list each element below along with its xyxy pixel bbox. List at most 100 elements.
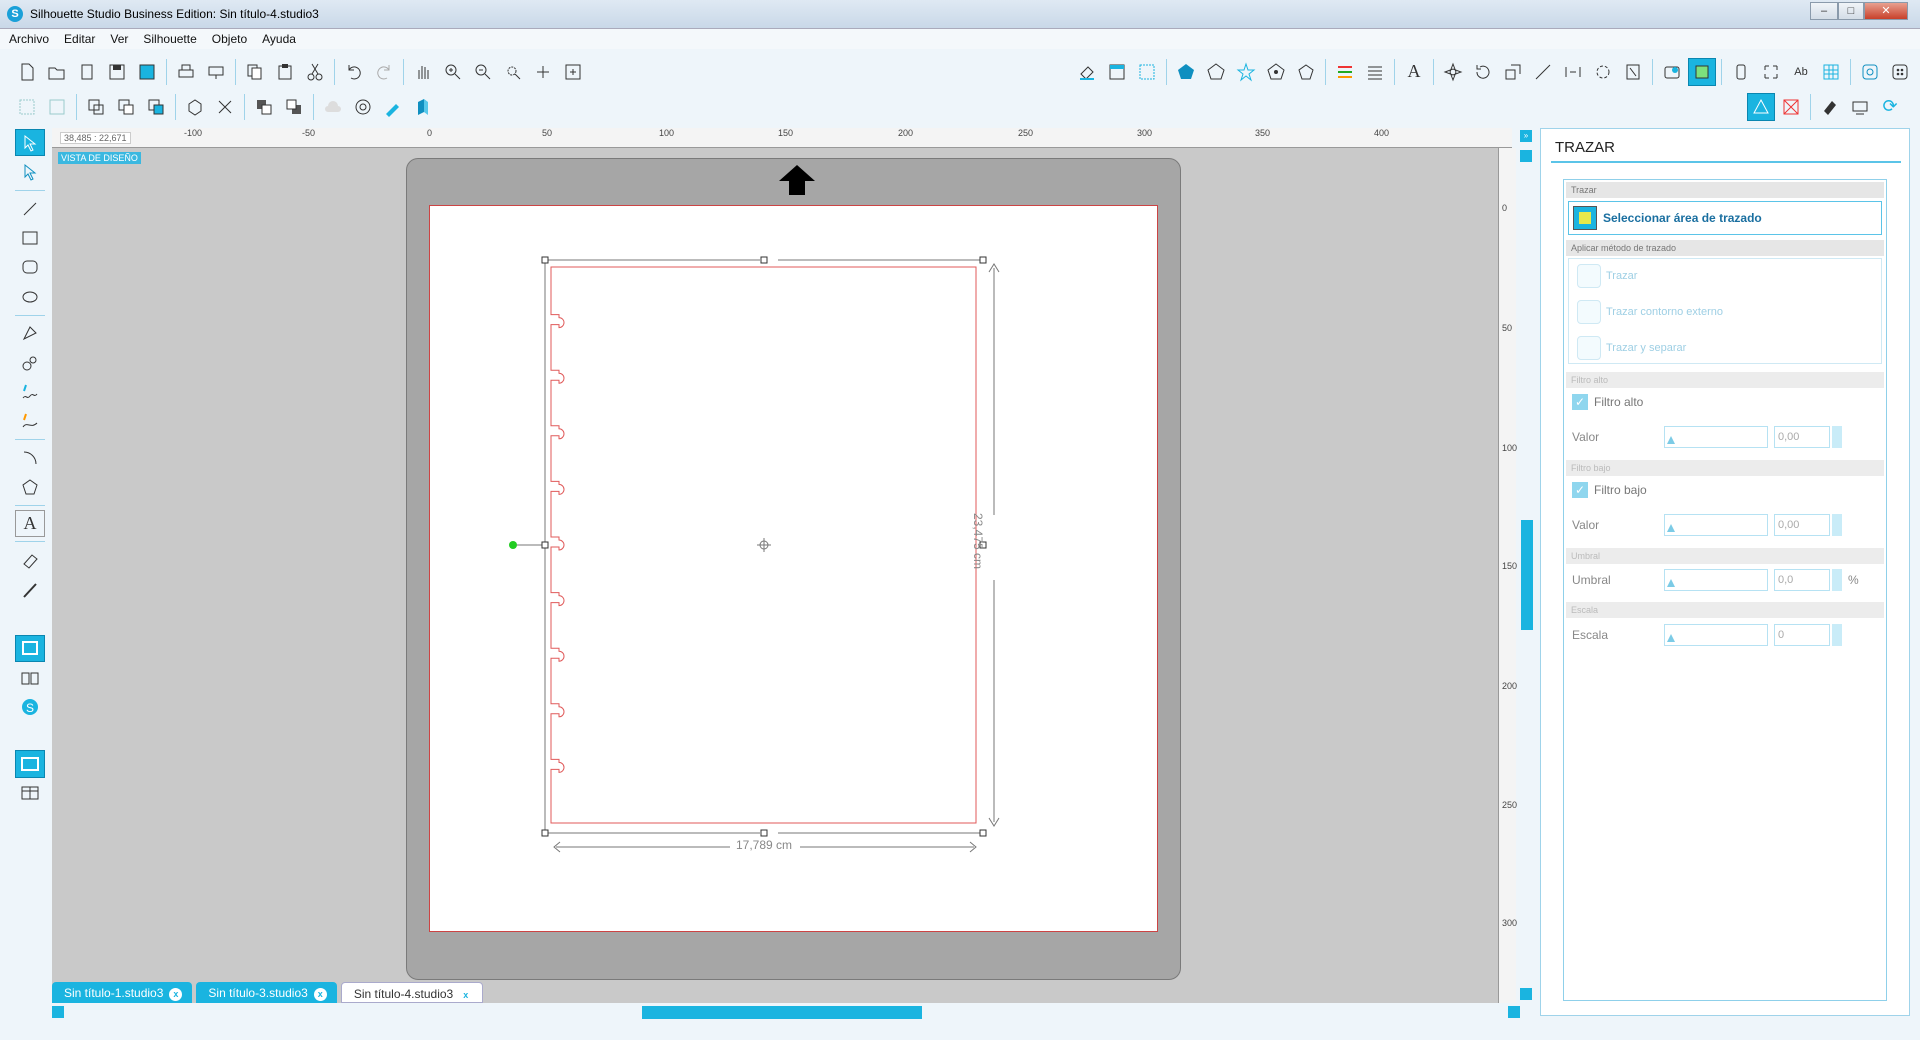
menu-ver[interactable]: Ver	[101, 29, 134, 46]
store-icon[interactable]: S	[15, 693, 45, 720]
high-filter-spinner[interactable]	[1832, 426, 1842, 448]
shape-2-icon[interactable]	[1262, 58, 1290, 86]
refresh-icon[interactable]: ⟳	[1876, 93, 1904, 121]
scrollbar-thumb[interactable]	[642, 1006, 922, 1019]
scale-icon[interactable]	[1499, 58, 1527, 86]
scroll-right-icon[interactable]	[1508, 1006, 1520, 1018]
settings-gear-icon[interactable]: ⚙	[1916, 58, 1920, 86]
offset-icon[interactable]	[1559, 58, 1587, 86]
select-trace-area-button[interactable]: Seleccionar área de trazado	[1568, 201, 1882, 235]
library-icon[interactable]	[1658, 58, 1686, 86]
fit-to-page-icon[interactable]	[559, 58, 587, 86]
threshold-input[interactable]: 0,0	[1774, 569, 1830, 591]
compound-icon[interactable]	[82, 93, 110, 121]
close-tab-icon[interactable]: x	[169, 988, 183, 1001]
smooth-freehand-icon[interactable]	[15, 408, 45, 435]
send-back-icon[interactable]	[250, 93, 278, 121]
send-to-cutter-icon[interactable]	[202, 58, 230, 86]
undo-icon[interactable]	[340, 58, 368, 86]
cut-icon[interactable]	[301, 58, 329, 86]
fill-3d-icon[interactable]	[409, 93, 437, 121]
new-document-icon[interactable]	[13, 58, 41, 86]
menu-editar[interactable]: Editar	[55, 29, 101, 46]
zoom-selection-icon[interactable]	[499, 58, 527, 86]
low-filter-input[interactable]: 0,00	[1774, 514, 1830, 536]
menu-archivo[interactable]: Archivo	[0, 29, 55, 46]
save-to-library-icon[interactable]	[133, 58, 161, 86]
scale-input[interactable]: 0	[1774, 624, 1830, 646]
pan-icon[interactable]	[409, 58, 437, 86]
shape-outline-icon[interactable]	[1202, 58, 1230, 86]
scroll-left-icon[interactable]	[52, 1006, 64, 1018]
redo-icon[interactable]	[370, 58, 398, 86]
rotate-handle[interactable]	[509, 541, 517, 549]
text-icon[interactable]: A	[15, 510, 45, 538]
menu-objeto[interactable]: Objeto	[203, 29, 253, 46]
spiral-icon[interactable]	[1856, 58, 1884, 86]
brush-icon[interactable]	[379, 93, 407, 121]
scroll-down-icon[interactable]	[1520, 988, 1532, 1000]
target-icon[interactable]	[349, 93, 377, 121]
rounded-rectangle-icon[interactable]	[15, 254, 45, 281]
scale-spinner[interactable]	[1832, 624, 1842, 646]
fill-color-icon[interactable]	[1073, 58, 1101, 86]
ellipse-icon[interactable]	[15, 283, 45, 310]
tab-sin-titulo-3[interactable]: Sin título-3.studio3 x	[196, 982, 337, 1003]
maximize-button[interactable]: □	[1838, 2, 1864, 20]
high-filter-input[interactable]: 0,00	[1774, 426, 1830, 448]
low-filter-slider[interactable]	[1664, 514, 1768, 536]
paste-icon[interactable]	[271, 58, 299, 86]
eraser-icon[interactable]	[1816, 93, 1844, 121]
regular-polygon-icon[interactable]	[15, 474, 45, 501]
tab-sin-titulo-4[interactable]: Sin título-4.studio3 x	[340, 982, 484, 1003]
star-icon[interactable]	[1232, 58, 1260, 86]
design-shape[interactable]	[500, 250, 1020, 860]
shape-pentagon-icon[interactable]	[1172, 58, 1200, 86]
low-filter-spinner[interactable]	[1832, 514, 1842, 536]
sketch-mode-icon[interactable]	[1747, 92, 1775, 121]
trace-icon[interactable]	[1688, 57, 1716, 86]
ungroup-icon[interactable]	[43, 93, 71, 121]
open-icon[interactable]	[43, 58, 71, 86]
trace-outer-edge-option[interactable]: Trazar contorno externo	[1577, 300, 1723, 324]
library-view-icon[interactable]	[15, 664, 45, 691]
low-filter-checkbox[interactable]: ✓ Filtro bajo	[1572, 482, 1647, 498]
single-panel-icon[interactable]	[15, 750, 45, 778]
bring-forward-icon[interactable]	[280, 93, 308, 121]
zoom-drag-icon[interactable]	[529, 58, 557, 86]
cloud-icon[interactable]	[319, 93, 347, 121]
eraser-icon[interactable]	[15, 546, 45, 573]
polygon-icon[interactable]	[15, 320, 45, 347]
weld-icon[interactable]	[181, 93, 209, 121]
vertical-scrollbar[interactable]: »	[1518, 128, 1534, 1008]
menu-silhouette[interactable]: Silhouette	[134, 29, 202, 46]
knife-icon[interactable]	[1589, 58, 1617, 86]
trace-and-detach-option[interactable]: Trazar y separar	[1577, 336, 1686, 360]
menu-ayuda[interactable]: Ayuda	[253, 29, 302, 46]
point-edit-icon[interactable]	[15, 158, 45, 185]
delete-icon[interactable]	[211, 93, 239, 121]
freehand-icon[interactable]	[15, 378, 45, 405]
collapse-panel-icon[interactable]: »	[1520, 130, 1532, 142]
font-icon[interactable]: Ab	[1787, 58, 1815, 86]
replicate-icon[interactable]	[1439, 58, 1467, 86]
line-color-icon[interactable]	[1331, 58, 1359, 86]
release-compound-icon[interactable]	[112, 93, 140, 121]
shape-3-icon[interactable]	[1292, 58, 1320, 86]
close-tab-icon[interactable]: x	[313, 988, 327, 1001]
scrollbar-thumb[interactable]	[1521, 520, 1533, 630]
copy-icon[interactable]	[241, 58, 269, 86]
text-style-icon[interactable]: A	[1400, 58, 1428, 86]
design-view-icon[interactable]	[15, 634, 45, 662]
dots-icon[interactable]	[1886, 58, 1914, 86]
rectangle-icon[interactable]	[15, 224, 45, 251]
align-icon[interactable]	[1619, 58, 1647, 86]
page-setup-icon[interactable]	[1103, 58, 1131, 86]
minimize-button[interactable]: –	[1810, 2, 1838, 20]
send-to-icon[interactable]	[1846, 93, 1874, 121]
knife-icon[interactable]	[15, 576, 45, 603]
open-library-icon[interactable]	[73, 58, 101, 86]
bring-front-icon[interactable]	[142, 93, 170, 121]
close-tab-icon[interactable]: x	[459, 989, 472, 1002]
horizontal-scrollbar[interactable]	[52, 1003, 1520, 1021]
